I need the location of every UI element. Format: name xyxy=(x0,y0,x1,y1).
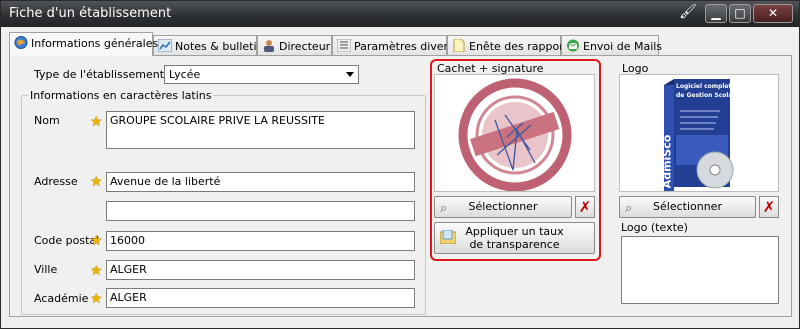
maximize-button[interactable]: □ xyxy=(729,4,751,23)
logo-delete-button[interactable]: ✗ xyxy=(759,196,779,218)
adresse-field[interactable]: Avenue de la liberté xyxy=(106,172,415,192)
tab-label: Informations générales xyxy=(31,37,159,50)
academie-label: Académie xyxy=(34,292,89,305)
logo-text-field[interactable] xyxy=(621,236,779,304)
magnifier-icon: ⌕ xyxy=(440,201,448,216)
logo-select-button[interactable]: ⌕ Sélectionner xyxy=(619,196,756,218)
required-star-icon: ★ xyxy=(90,114,103,130)
tab-label: Directeur xyxy=(279,40,331,53)
code-postal-field[interactable]: 16000 xyxy=(106,231,415,251)
person-icon xyxy=(262,39,276,52)
logo-image[interactable]: Logiciel complet de Gestion Scolaire Adm… xyxy=(619,74,779,192)
academie-field[interactable]: ALGER xyxy=(106,288,415,308)
nom-field[interactable]: GROUPE SCOLAIRE PRIVE LA REUSSITE xyxy=(106,111,415,149)
tab-label: Notes & bulletins xyxy=(175,40,270,53)
brush-icon[interactable]: 🖌 xyxy=(677,4,699,23)
adresse-line2-field[interactable] xyxy=(106,201,415,221)
latin-info-group-title: Informations en caractères latins xyxy=(28,89,214,102)
magnifier-icon: ⌕ xyxy=(625,201,633,216)
image-folder-icon xyxy=(439,229,457,245)
transparency-label-line1: Appliquer un taux xyxy=(465,225,564,238)
minimize-button[interactable]: ▁ xyxy=(705,4,727,23)
close-button[interactable]: ✕ xyxy=(753,4,793,23)
list-icon xyxy=(336,38,352,53)
required-star-icon: ★ xyxy=(90,263,103,279)
transparency-button[interactable]: Appliquer un taux de transparence xyxy=(434,222,595,254)
stamp-seal-icon xyxy=(458,78,572,191)
window-title: Fiche d'un établissement xyxy=(9,6,172,21)
tab-label: Paramètres divers xyxy=(354,40,454,53)
logo-select-label: Sélectionner xyxy=(653,200,722,213)
nom-label: Nom xyxy=(34,114,60,127)
delete-x-icon: ✗ xyxy=(762,198,776,216)
tab-notes-bulletins[interactable]: Notes & bulletins xyxy=(153,35,269,55)
delete-x-icon: ✗ xyxy=(578,198,592,216)
adresse-label: Adresse xyxy=(34,175,78,188)
ville-field[interactable]: ALGER xyxy=(106,260,415,280)
chart-icon xyxy=(157,38,173,53)
required-star-icon: ★ xyxy=(90,174,103,190)
logo-box-text-line2: de Gestion Scolaire xyxy=(676,92,742,99)
title-bar[interactable]: Fiche d'un établissement 🖌 ▁ □ ✕ xyxy=(1,1,799,27)
tab-envoi-mails[interactable]: Envoi de Mails xyxy=(561,35,663,55)
logo-box-text-line1: Logiciel complet xyxy=(676,83,732,90)
chevron-down-icon xyxy=(346,72,354,77)
tab-informations-generales[interactable]: Informations générales xyxy=(9,32,158,56)
window: Fiche d'un établissement 🖌 ▁ □ ✕ Informa… xyxy=(0,0,800,329)
tab-label: Enête des rapports xyxy=(469,40,574,53)
document-icon xyxy=(452,38,466,53)
tab-label: Envoi de Mails xyxy=(583,40,663,53)
globe-icon xyxy=(14,36,28,49)
required-star-icon: ★ xyxy=(90,291,103,307)
stamp-delete-button[interactable]: ✗ xyxy=(575,196,595,218)
stamp-select-label: Sélectionner xyxy=(468,200,538,213)
transparency-label-line2: de transparence xyxy=(469,238,560,251)
required-star-icon: ★ xyxy=(90,233,103,249)
ville-label: Ville xyxy=(34,263,58,276)
tab-parametres-divers[interactable]: Paramètres divers xyxy=(332,35,454,55)
type-select[interactable]: Lycée xyxy=(164,65,359,84)
logo-text-label: Logo (texte) xyxy=(621,221,688,234)
tab-directeur[interactable]: Directeur xyxy=(257,35,332,55)
tab-entete-rapports[interactable]: Enête des rapports xyxy=(447,35,574,55)
type-label: Type de l'établissement xyxy=(34,68,165,81)
stamp-select-button[interactable]: ⌕ Sélectionner xyxy=(434,196,572,218)
logo-box-brand: AdmiSco xyxy=(660,134,674,189)
stamp-image[interactable] xyxy=(434,74,595,192)
mail-icon xyxy=(566,39,580,52)
type-select-value: Lycée xyxy=(169,68,201,81)
